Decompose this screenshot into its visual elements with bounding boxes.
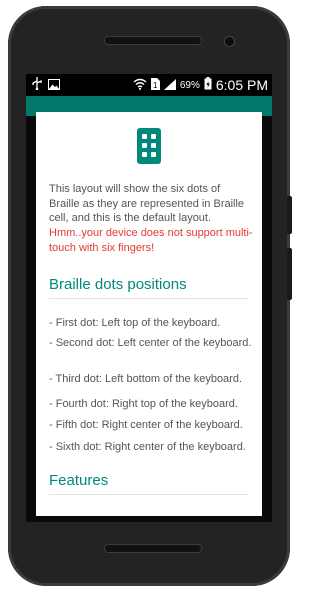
wifi-icon bbox=[133, 78, 147, 93]
power-button bbox=[287, 248, 292, 300]
status-bar: 1 69% 6:05 PM bbox=[26, 74, 272, 96]
battery-percent: 69% bbox=[179, 79, 200, 91]
svg-text:1: 1 bbox=[153, 81, 158, 90]
divider bbox=[49, 298, 249, 299]
bottom-speaker bbox=[104, 544, 202, 553]
dot-item-fourth: - Fourth dot: Right top of the keyboard. bbox=[49, 398, 238, 410]
help-dialog: This layout will show the six dots of Br… bbox=[36, 112, 262, 516]
multitouch-warning: Hmm..your device does not support multi-… bbox=[49, 227, 253, 254]
section-title-features: Features bbox=[49, 472, 109, 489]
section-title-dots: Braille dots positions bbox=[49, 276, 187, 293]
signal-icon bbox=[163, 78, 176, 93]
sim-icon: 1 bbox=[150, 77, 160, 93]
usb-icon bbox=[32, 77, 42, 93]
divider bbox=[49, 494, 249, 495]
earpiece-speaker bbox=[104, 36, 202, 45]
dot-item-fifth: - Fifth dot: Right center of the keyboar… bbox=[49, 419, 243, 431]
front-camera bbox=[224, 36, 235, 47]
braille-cell-icon bbox=[137, 128, 161, 164]
device-screen: 1 69% 6:05 PM This layout will show the … bbox=[26, 74, 272, 522]
intro-text: This layout will show the six dots of Br… bbox=[49, 183, 245, 224]
clock: 6:05 PM bbox=[215, 77, 268, 93]
battery-icon bbox=[204, 77, 212, 93]
dot-item-third: - Third dot: Left bottom of the keyboard… bbox=[49, 373, 243, 385]
dot-item-sixth: - Sixth dot: Right center of the keyboar… bbox=[49, 441, 246, 453]
volume-button bbox=[287, 196, 292, 234]
dot-item-second: - Second dot: Left center of the keyboar… bbox=[49, 337, 252, 349]
gallery-icon bbox=[48, 78, 60, 93]
dot-item-first: - First dot: Left top of the keyboard. bbox=[49, 317, 221, 329]
